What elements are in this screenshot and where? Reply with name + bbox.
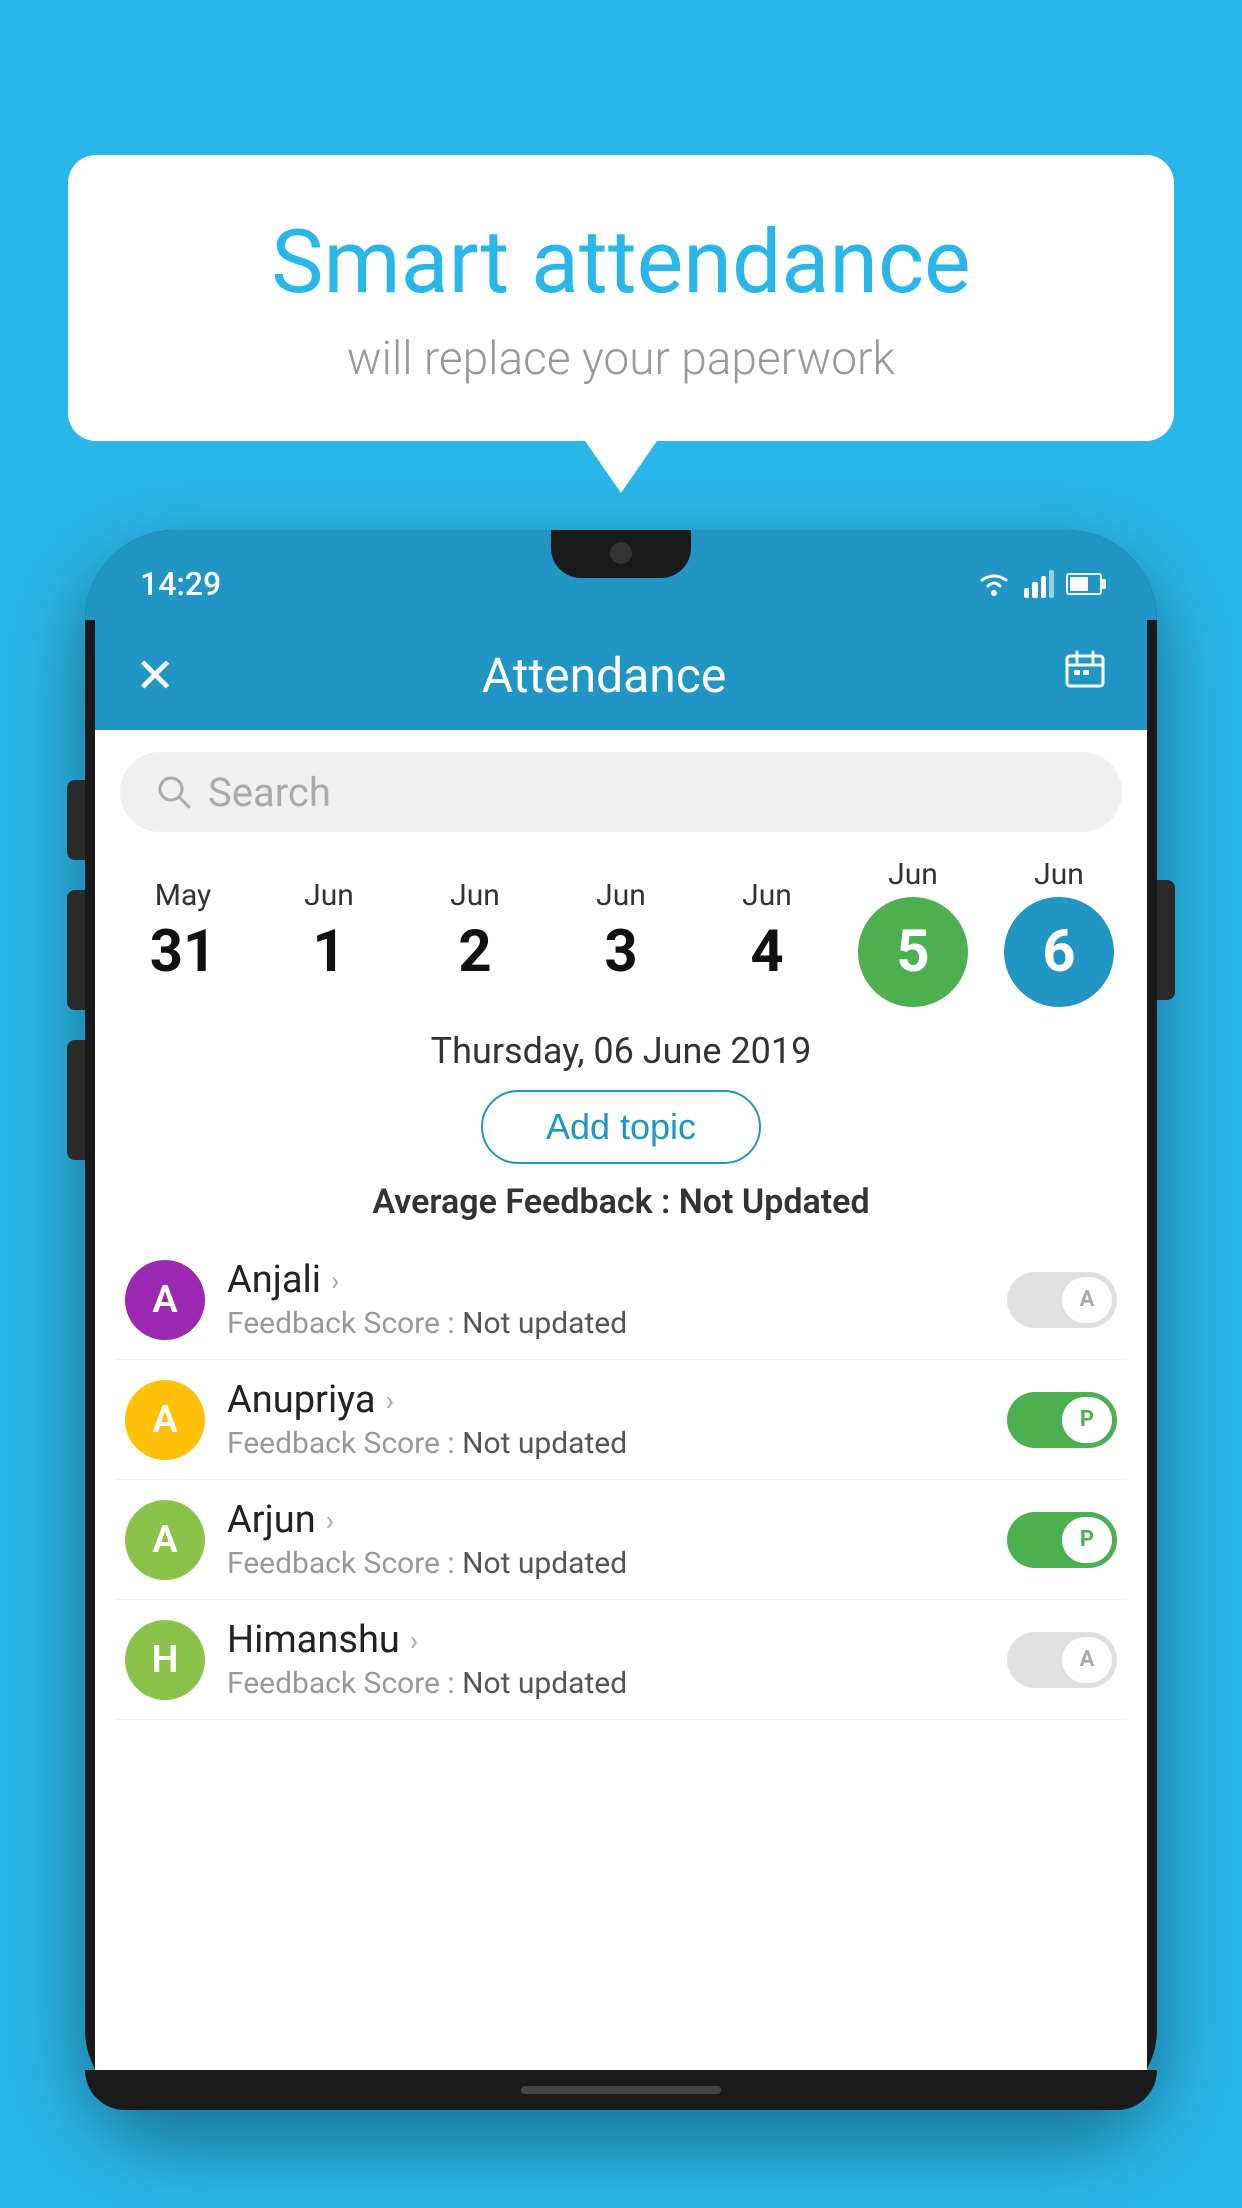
volume-down-button — [67, 890, 85, 1010]
volume-up-button — [67, 780, 85, 860]
feedback-score: Feedback Score : Not updated — [227, 1426, 1007, 1461]
student-avatar: A — [125, 1380, 205, 1460]
date-month-label: Jun — [742, 878, 792, 913]
power-button — [1157, 880, 1175, 1000]
student-list: AAnjali ›Feedback Score : Not updatedAAA… — [95, 1240, 1147, 1720]
phone-bottom — [85, 2070, 1157, 2110]
date-day-number: 31 — [150, 918, 217, 986]
date-day-number: 4 — [750, 918, 783, 986]
date-month-label: Jun — [450, 878, 500, 913]
date-day-number: 6 — [1042, 918, 1075, 986]
toggle-knob: P — [1062, 1397, 1112, 1443]
toggle-knob: A — [1062, 1277, 1112, 1323]
student-info: Anjali › Feedback Score : Not updated — [227, 1258, 1007, 1341]
student-name: Anupriya › — [227, 1378, 1007, 1422]
calendar-icon[interactable] — [1063, 648, 1107, 703]
student-avatar: H — [125, 1620, 205, 1700]
chevron-right-icon: › — [326, 1504, 334, 1537]
date-month-label: Jun — [596, 878, 646, 913]
date-month-label: Jun — [888, 857, 938, 892]
student-name: Arjun › — [227, 1498, 1007, 1542]
search-icon — [155, 773, 193, 811]
battery-fill — [1070, 577, 1088, 591]
feedback-score: Feedback Score : Not updated — [227, 1546, 1007, 1581]
camera — [610, 542, 632, 564]
student-name: Himanshu › — [227, 1618, 1007, 1662]
date-day-number: 5 — [896, 918, 929, 986]
bubble-subtitle: will replace your paperwork — [118, 332, 1124, 386]
student-avatar: A — [125, 1260, 205, 1340]
close-button[interactable]: ✕ — [135, 647, 175, 704]
avg-feedback-label: Average Feedback : — [372, 1182, 678, 1222]
app-header: ✕ Attendance — [95, 620, 1147, 730]
date-month-label: May — [155, 878, 211, 913]
date-column[interactable]: Jun 6 — [999, 857, 1119, 1007]
student-row[interactable]: H Himanshu › Feedback Score : Not updated A — [115, 1600, 1127, 1720]
avg-feedback: Average Feedback : Not Updated — [95, 1182, 1147, 1222]
wifi-icon — [976, 570, 1012, 598]
silent-button — [67, 1040, 85, 1160]
feedback-score: Feedback Score : Not updated — [227, 1666, 1007, 1701]
chevron-right-icon: › — [410, 1624, 418, 1657]
phone-mockup: 14:29 — [85, 530, 1157, 2208]
student-name: Anjali › — [227, 1258, 1007, 1302]
student-info: Himanshu › Feedback Score : Not updated — [227, 1618, 1007, 1701]
student-avatar: A — [125, 1500, 205, 1580]
phone-screen: ✕ Attendance — [95, 620, 1147, 2070]
date-column[interactable]: Jun 4 — [707, 878, 827, 986]
app-title: Attendance — [205, 647, 1003, 704]
speech-bubble: Smart attendance will replace your paper… — [68, 155, 1174, 441]
selected-date: Thursday, 06 June 2019 — [95, 1030, 1147, 1072]
status-icons — [976, 570, 1102, 598]
attendance-toggle[interactable]: A — [1007, 1632, 1117, 1688]
phone-outer: 14:29 — [85, 530, 1157, 2110]
date-strip: May 31 Jun 1 Jun 2 Jun 3 Jun 4 Jun 5 Jun 6 — [95, 842, 1147, 1012]
notch — [551, 530, 691, 578]
chevron-right-icon: › — [331, 1264, 339, 1297]
toggle-knob: A — [1062, 1637, 1112, 1683]
student-row[interactable]: A Anjali › Feedback Score : Not updated A — [115, 1240, 1127, 1360]
student-row[interactable]: A Anupriya › Feedback Score : Not updated P — [115, 1360, 1127, 1480]
chevron-right-icon: › — [386, 1384, 394, 1417]
date-column[interactable]: Jun 2 — [415, 878, 535, 986]
date-column[interactable]: Jun 5 — [853, 857, 973, 1007]
toggle-knob: P — [1062, 1517, 1112, 1563]
speech-bubble-container: Smart attendance will replace your paper… — [68, 155, 1174, 441]
status-bar: 14:29 — [85, 530, 1157, 620]
date-day-number: 2 — [458, 918, 491, 986]
home-indicator — [521, 2086, 721, 2094]
date-column[interactable]: Jun 1 — [269, 878, 389, 986]
search-bar[interactable]: Search — [120, 752, 1122, 832]
student-info: Arjun › Feedback Score : Not updated — [227, 1498, 1007, 1581]
avg-feedback-value: Not Updated — [679, 1182, 870, 1222]
date-column[interactable]: Jun 3 — [561, 878, 681, 986]
attendance-toggle[interactable]: P — [1007, 1392, 1117, 1448]
student-row[interactable]: A Arjun › Feedback Score : Not updated P — [115, 1480, 1127, 1600]
bubble-title: Smart attendance — [118, 215, 1124, 312]
date-column[interactable]: May 31 — [123, 878, 243, 986]
date-day-number: 3 — [604, 918, 637, 986]
signal-icon — [1024, 570, 1054, 598]
date-day-number: 1 — [312, 918, 345, 986]
date-month-label: Jun — [304, 878, 354, 913]
attendance-toggle[interactable]: A — [1007, 1272, 1117, 1328]
add-topic-button[interactable]: Add topic — [481, 1090, 761, 1164]
feedback-score: Feedback Score : Not updated — [227, 1306, 1007, 1341]
battery-icon — [1066, 573, 1102, 595]
date-month-label: Jun — [1034, 857, 1084, 892]
attendance-toggle[interactable]: P — [1007, 1512, 1117, 1568]
search-placeholder: Search — [208, 769, 331, 816]
student-info: Anupriya › Feedback Score : Not updated — [227, 1378, 1007, 1461]
status-time: 14:29 — [140, 565, 221, 603]
